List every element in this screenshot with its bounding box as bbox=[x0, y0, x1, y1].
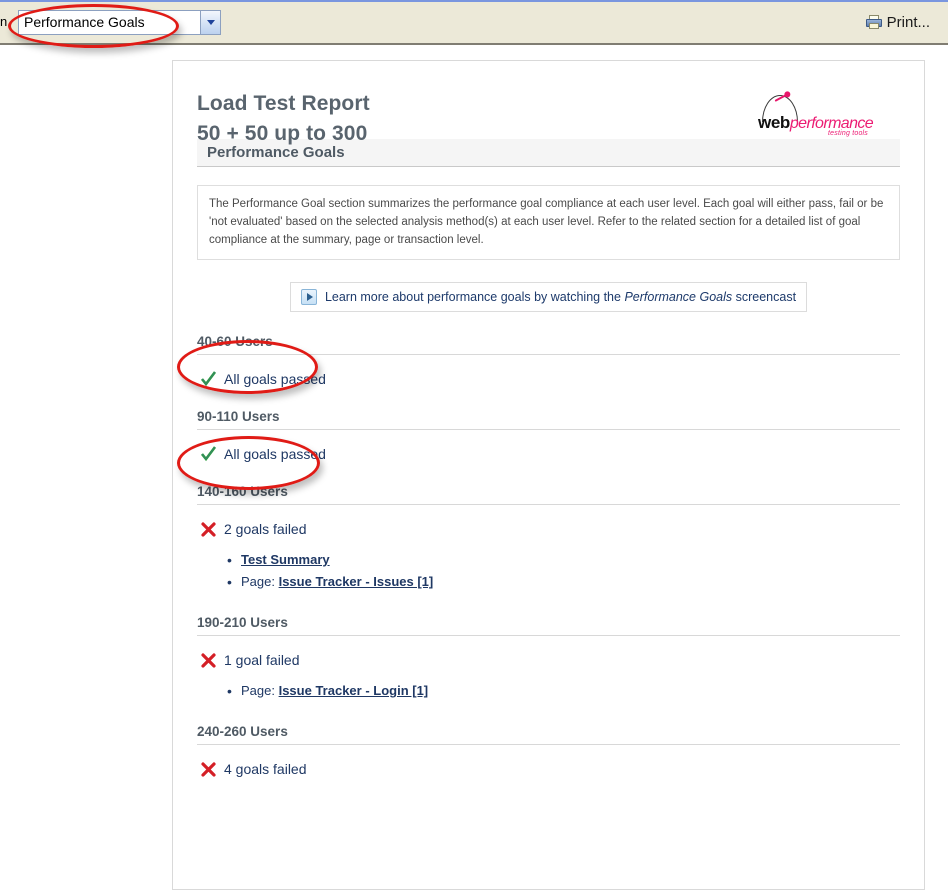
green-check-icon bbox=[201, 371, 216, 387]
report-header: Load Test Report 50 + 50 up to 300 webpe… bbox=[197, 61, 900, 145]
level-status: 2 goals failed bbox=[197, 521, 900, 537]
screencast-text-before: Learn more about performance goals by wa… bbox=[324, 290, 621, 304]
list-item: Test Summary bbox=[227, 549, 900, 571]
level-status: All goals passed bbox=[197, 446, 900, 462]
chevron-down-icon[interactable] bbox=[200, 11, 220, 34]
level-heading: 190-210 Users bbox=[197, 615, 900, 636]
level-group: 140-160 Users 2 goals failed Test Summar… bbox=[197, 484, 900, 593]
goal-prefix: Page: bbox=[241, 683, 279, 698]
screencast-text-after: screencast bbox=[735, 290, 797, 304]
level-status-text: All goals passed bbox=[224, 446, 326, 462]
screencast-link[interactable]: Learn more about performance goals by wa… bbox=[289, 282, 808, 312]
goal-link[interactable]: Issue Tracker - Login [1] bbox=[279, 683, 429, 698]
section-description: The Performance Goal section summarizes … bbox=[197, 185, 900, 260]
red-x-icon bbox=[201, 761, 216, 777]
level-status: 4 goals failed bbox=[197, 761, 900, 777]
window-accent-line bbox=[0, 0, 948, 2]
print-button-label: Print... bbox=[886, 13, 930, 31]
level-heading: 140-160 Users bbox=[197, 484, 900, 505]
level-status-text: 1 goal failed bbox=[224, 652, 300, 668]
top-toolbar: n Performance Goals Print... bbox=[0, 0, 948, 45]
goal-prefix: Page: bbox=[241, 574, 279, 589]
level-status: All goals passed bbox=[197, 371, 900, 387]
level-group: 40-60 Users All goals passed bbox=[197, 334, 900, 387]
level-status-text: 2 goals failed bbox=[224, 521, 307, 537]
level-group: 240-260 Users 4 goals failed bbox=[197, 724, 900, 777]
report-section-select-value: Performance Goals bbox=[24, 14, 145, 30]
list-item: Page: Issue Tracker - Login [1] bbox=[227, 680, 900, 702]
screencast-text-emphasis: Performance Goals bbox=[624, 290, 733, 304]
goal-link[interactable]: Issue Tracker - Issues [1] bbox=[279, 574, 434, 589]
failed-goal-list: Test Summary Page: Issue Tracker - Issue… bbox=[197, 549, 900, 593]
goal-link[interactable]: Test Summary bbox=[241, 552, 330, 567]
failed-goal-list: Page: Issue Tracker - Login [1] bbox=[197, 680, 900, 702]
level-group: 190-210 Users 1 goal failed Page: Issue … bbox=[197, 615, 900, 702]
screencast-text: Learn more about performance goals by wa… bbox=[325, 290, 796, 304]
level-status: 1 goal failed bbox=[197, 652, 900, 668]
level-group: 90-110 Users All goals passed bbox=[197, 409, 900, 462]
print-button[interactable]: Print... bbox=[865, 9, 930, 35]
level-heading: 90-110 Users bbox=[197, 409, 900, 430]
report-panel: Load Test Report 50 + 50 up to 300 webpe… bbox=[172, 60, 925, 890]
level-status-text: 4 goals failed bbox=[224, 761, 307, 777]
red-x-icon bbox=[201, 521, 216, 537]
list-item: Page: Issue Tracker - Issues [1] bbox=[227, 571, 900, 593]
green-check-icon bbox=[201, 446, 216, 462]
level-status-text: All goals passed bbox=[224, 371, 326, 387]
web-performance-logo: webperformance testing tools bbox=[758, 93, 874, 137]
toolbar-truncated-label: n bbox=[0, 14, 8, 29]
logo-word-primary: web bbox=[758, 113, 790, 132]
printer-icon bbox=[865, 15, 882, 29]
play-icon bbox=[300, 289, 317, 305]
level-heading: 240-260 Users bbox=[197, 724, 900, 745]
report-section-select[interactable]: Performance Goals bbox=[18, 10, 221, 35]
screencast-banner-wrap: Learn more about performance goals by wa… bbox=[197, 282, 900, 312]
logo-tagline: testing tools bbox=[828, 130, 868, 137]
level-heading: 40-60 Users bbox=[197, 334, 900, 355]
red-x-icon bbox=[201, 652, 216, 668]
